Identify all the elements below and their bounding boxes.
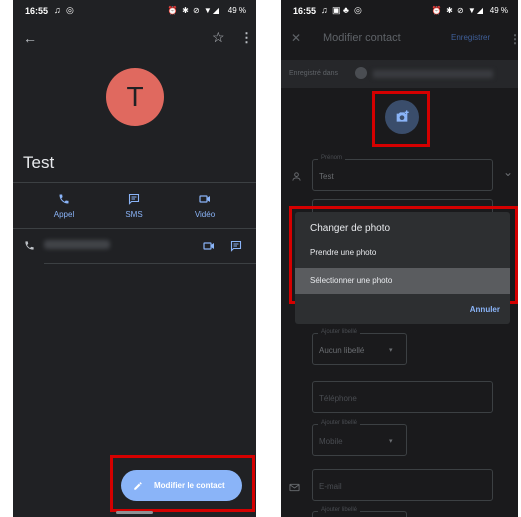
phone-field[interactable]: Téléphone: [312, 381, 493, 413]
image-icon: ▣: [332, 5, 341, 15]
instagram-icon: ◎: [66, 5, 74, 15]
divider: [13, 228, 256, 229]
first-name-value: Test: [319, 172, 334, 181]
divider: [44, 263, 256, 264]
edit-contact-button[interactable]: Modifier le contact: [121, 470, 242, 501]
saved-in-bar[interactable]: Enregistré dans: [281, 60, 518, 88]
status-bar: 16:55 ♫ ◎ ⏰ ✱ ⊘ ▼◢ 49 %: [13, 0, 256, 22]
bell-icon: ♣: [343, 5, 349, 15]
email-icon: [289, 480, 300, 498]
edit-contact-screen: 16:55 ♫ ▣ ♣ ◎ ⏰ ✱ ⊘ ▼◢ 49 % ✕ Modifier c…: [281, 0, 518, 517]
account-redacted: [373, 70, 493, 78]
email-field[interactable]: E-mail: [312, 469, 493, 501]
page-title: Modifier contact: [323, 32, 401, 44]
label-select[interactable]: Ajouter libellé Aucun libellé ▾: [312, 329, 407, 365]
first-name-label: Prénom: [318, 155, 346, 161]
contact-name: Test: [23, 153, 55, 172]
sms-action[interactable]: SMS: [109, 192, 159, 219]
more-options-icon[interactable]: ⋮: [240, 30, 253, 46]
phone-type-label: Ajouter libellé: [318, 420, 361, 426]
pencil-icon: [133, 470, 143, 501]
status-bar: 16:55 ♫ ▣ ♣ ◎ ⏰ ✱ ⊘ ▼◢ 49 %: [281, 0, 518, 22]
video-label: Vidéo: [194, 210, 216, 219]
camera-plus-icon: [396, 110, 409, 122]
first-name-field[interactable]: Prénom Test: [312, 155, 493, 191]
email-placeholder: E-mail: [319, 482, 342, 491]
label-select-value: Aucun libellé: [319, 346, 365, 355]
music-note-icon: ♫: [54, 5, 61, 15]
email-type-label: Ajouter libellé: [318, 507, 361, 513]
system-status-icons: ⏰ ✱ ⊘ ▼◢: [431, 6, 484, 15]
take-photo-option[interactable]: Prendre une photo: [295, 242, 510, 264]
edit-contact-label: Modifier le contact: [154, 481, 225, 490]
video-action[interactable]: Vidéo: [180, 192, 230, 219]
close-icon[interactable]: ✕: [291, 31, 301, 45]
phone-placeholder: Téléphone: [319, 394, 357, 403]
contact-avatar: T: [106, 68, 164, 126]
phone-icon: [39, 192, 89, 206]
phone-type-value: Mobile: [319, 437, 343, 446]
phone-type-select[interactable]: Ajouter libellé Mobile ▾: [312, 420, 407, 456]
saved-in-label: Enregistré dans: [289, 70, 339, 77]
chevron-down-icon[interactable]: ⌄: [503, 165, 513, 179]
message-icon: [109, 192, 159, 206]
email-type-select[interactable]: Ajouter libellé: [312, 507, 407, 517]
status-time: 16:55: [25, 6, 49, 16]
add-photo-button[interactable]: [385, 100, 419, 134]
phone-number-icon: [24, 240, 35, 254]
person-icon: [291, 169, 302, 187]
video-icon: [180, 192, 230, 206]
select-photo-option[interactable]: Sélectionner une photo: [295, 268, 510, 294]
sms-label: SMS: [125, 210, 143, 219]
home-indicator[interactable]: [116, 511, 153, 514]
battery-level: 49 %: [227, 6, 246, 15]
status-time: 16:55: [293, 6, 317, 16]
system-status-icons: ⏰ ✱ ⊘ ▼◢: [167, 6, 220, 15]
call-label: Appel: [53, 210, 75, 219]
battery-level: 49 %: [489, 6, 508, 15]
phone-number-redacted[interactable]: [44, 240, 110, 249]
video-call-icon[interactable]: [203, 239, 215, 257]
music-note-icon: ♫: [321, 5, 328, 15]
caret-down-icon: ▾: [389, 438, 393, 445]
label-select-label: Ajouter libellé: [318, 329, 361, 335]
account-icon: [355, 67, 367, 79]
caret-down-icon: ▾: [389, 347, 393, 354]
save-button[interactable]: Enregistrer: [451, 33, 490, 42]
call-action[interactable]: Appel: [39, 192, 89, 219]
dialog-title: Changer de photo: [310, 223, 391, 234]
contact-details-screen: 16:55 ♫ ◎ ⏰ ✱ ⊘ ▼◢ 49 % ← ☆ ⋮ T Test App…: [13, 0, 256, 517]
more-options-icon[interactable]: ⋮: [509, 32, 518, 46]
back-arrow-icon[interactable]: ←: [23, 30, 37, 46]
divider: [13, 182, 256, 183]
cancel-button[interactable]: Annuler: [470, 305, 500, 314]
instagram-icon: ◎: [354, 5, 362, 15]
star-outline-icon[interactable]: ☆: [212, 29, 225, 46]
change-photo-dialog: Changer de photo Prendre une photo Sélec…: [295, 212, 510, 324]
message-row-icon[interactable]: [230, 239, 242, 257]
